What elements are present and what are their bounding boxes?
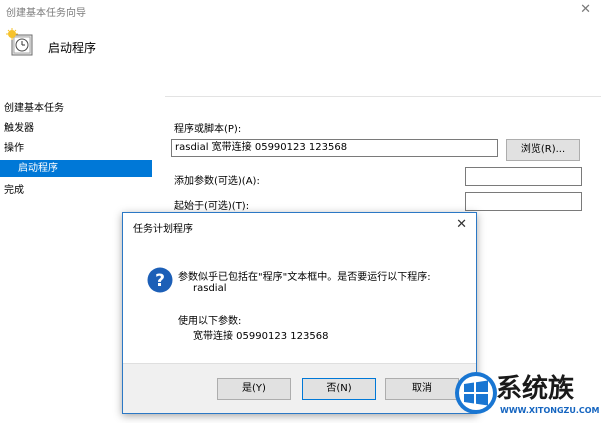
dialog-title: 任务计划程序: [133, 224, 193, 235]
sidebar-item-action[interactable]: 操作: [4, 139, 24, 154]
page-title: 启动程序: [48, 41, 97, 55]
window-titlebar: 创建基本任务向导 ✕: [0, 0, 601, 22]
window-title: 创建基本任务向导: [6, 8, 86, 19]
sidebar-item-start-program[interactable]: 启动程序: [0, 160, 152, 177]
no-button[interactable]: 否(N): [302, 378, 376, 400]
sidebar-item-trigger[interactable]: 触发器: [4, 119, 34, 134]
close-icon[interactable]: ✕: [580, 2, 591, 17]
dialog-message-line4: 宽带连接 05990123 123568: [193, 331, 329, 342]
dialog-message-line2: rasdial: [193, 283, 227, 294]
startin-label: 起始于(可选)(T):: [174, 201, 250, 212]
dialog-message-line1: 参数似乎已包括在"程序"文本框中。是否要运行以下程序:: [178, 272, 431, 283]
clock-task-icon: [6, 28, 33, 56]
wizard-header: 启动程序: [0, 22, 601, 97]
args-input[interactable]: [465, 167, 582, 186]
windows-logo-icon: [455, 372, 497, 414]
question-icon: ?: [147, 267, 173, 293]
dialog-footer: 是(Y) 否(N) 取消: [123, 363, 476, 413]
args-label: 添加参数(可选)(A):: [174, 176, 260, 187]
dialog-titlebar: 任务计划程序 ✕: [123, 213, 476, 239]
program-label: 程序或脚本(P):: [174, 124, 242, 135]
watermark-url: WWW.XITONGZU.COM: [500, 406, 600, 415]
dialog-close-icon[interactable]: ✕: [456, 217, 467, 232]
browse-button[interactable]: 浏览(R)...: [506, 139, 580, 161]
startin-input[interactable]: [465, 192, 582, 211]
task-scheduler-dialog: 任务计划程序 ✕ ? 参数似乎已包括在"程序"文本框中。是否要运行以下程序: r…: [122, 212, 477, 414]
sidebar-item-create-task[interactable]: 创建基本任务: [4, 99, 64, 114]
cancel-button[interactable]: 取消: [385, 378, 459, 400]
svg-text:?: ?: [155, 271, 165, 291]
watermark: 系统族 WWW.XITONGZU.COM: [452, 368, 601, 423]
yes-button[interactable]: 是(Y): [217, 378, 291, 400]
sidebar-item-finish[interactable]: 完成: [4, 181, 24, 196]
watermark-brand: 系统族: [496, 374, 575, 404]
dialog-message-line3: 使用以下参数:: [178, 316, 242, 327]
program-input[interactable]: rasdial 宽带连接 05990123 123568: [171, 139, 498, 157]
